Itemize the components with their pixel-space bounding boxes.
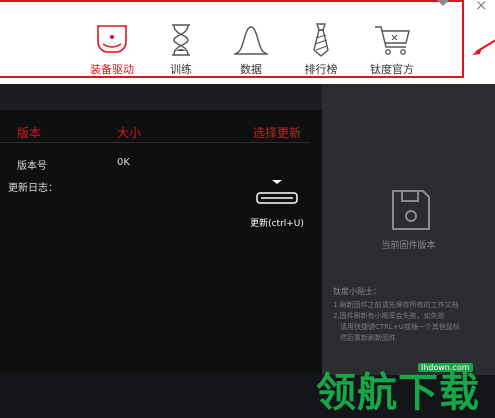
cart-icon — [375, 26, 410, 55]
watermark-url: lhdown.com — [418, 363, 473, 372]
version-label: 版本号 — [17, 161, 47, 172]
nav-label: 排行榜 — [304, 63, 338, 76]
close-button[interactable]: × — [475, 0, 488, 14]
update-button[interactable]: 更新(ctrl+U) — [248, 178, 306, 229]
hourglass-icon — [172, 24, 190, 56]
nav-data[interactable]: 数据 — [216, 20, 286, 77]
column-size: 大小 — [117, 126, 142, 140]
nav-official-store[interactable]: 钛度官方 — [357, 20, 427, 77]
chart-curve-icon — [234, 26, 268, 55]
tip-line: 然后重新刷新固件 — [340, 334, 396, 342]
nav-leaderboard[interactable]: 排行榜 — [286, 20, 356, 77]
tip-line: 1.刷新固件之前请先保存所有的工作文档 — [333, 301, 459, 309]
top-toolbar: 装备驱动 训练 数据 排行榜 钛度官方 × — [0, 0, 495, 84]
firmware-update-panel: 版本 大小 选择更新 版本号 0K 更新日志： 更新(ctrl+U) — [0, 110, 322, 375]
nav-training[interactable]: 训练 — [146, 20, 216, 77]
nav-label: 训练 — [170, 63, 192, 76]
dropdown-icon[interactable] — [437, 0, 449, 6]
changelog-label: 更新日志： — [8, 183, 58, 194]
pointer-arrow-icon — [472, 39, 495, 55]
update-button-label: 更新(ctrl+U) — [250, 219, 304, 229]
info-panel: 当前固件版本 钛度小贴士： 1.刷新固件之前请先保存所有的工作文档 2.固件刷新… — [322, 84, 495, 375]
column-select-update: 选择更新 — [253, 126, 302, 140]
mouse-icon — [97, 25, 127, 53]
table-header: 版本 大小 选择更新 — [0, 110, 310, 143]
nav-label: 数据 — [240, 63, 262, 76]
nav-label: 钛度官方 — [370, 63, 414, 76]
save-icon — [392, 190, 430, 230]
column-version: 版本 — [17, 126, 42, 140]
tie-icon — [313, 23, 329, 57]
nav-device-driver[interactable]: 装备驱动 — [77, 20, 147, 77]
current-firmware-label: 当前固件版本 — [381, 241, 436, 251]
size-value: 0K — [117, 157, 130, 168]
nav-label: 装备驱动 — [90, 63, 134, 76]
tip-line: 2.固件刷新有小概率会失败，如失败 — [333, 312, 445, 320]
tips-title: 钛度小贴士： — [333, 287, 381, 296]
tip-line: 请用快捷键CTRL+U或插一个其他鼠标 — [340, 323, 460, 331]
update-icon — [256, 180, 298, 204]
